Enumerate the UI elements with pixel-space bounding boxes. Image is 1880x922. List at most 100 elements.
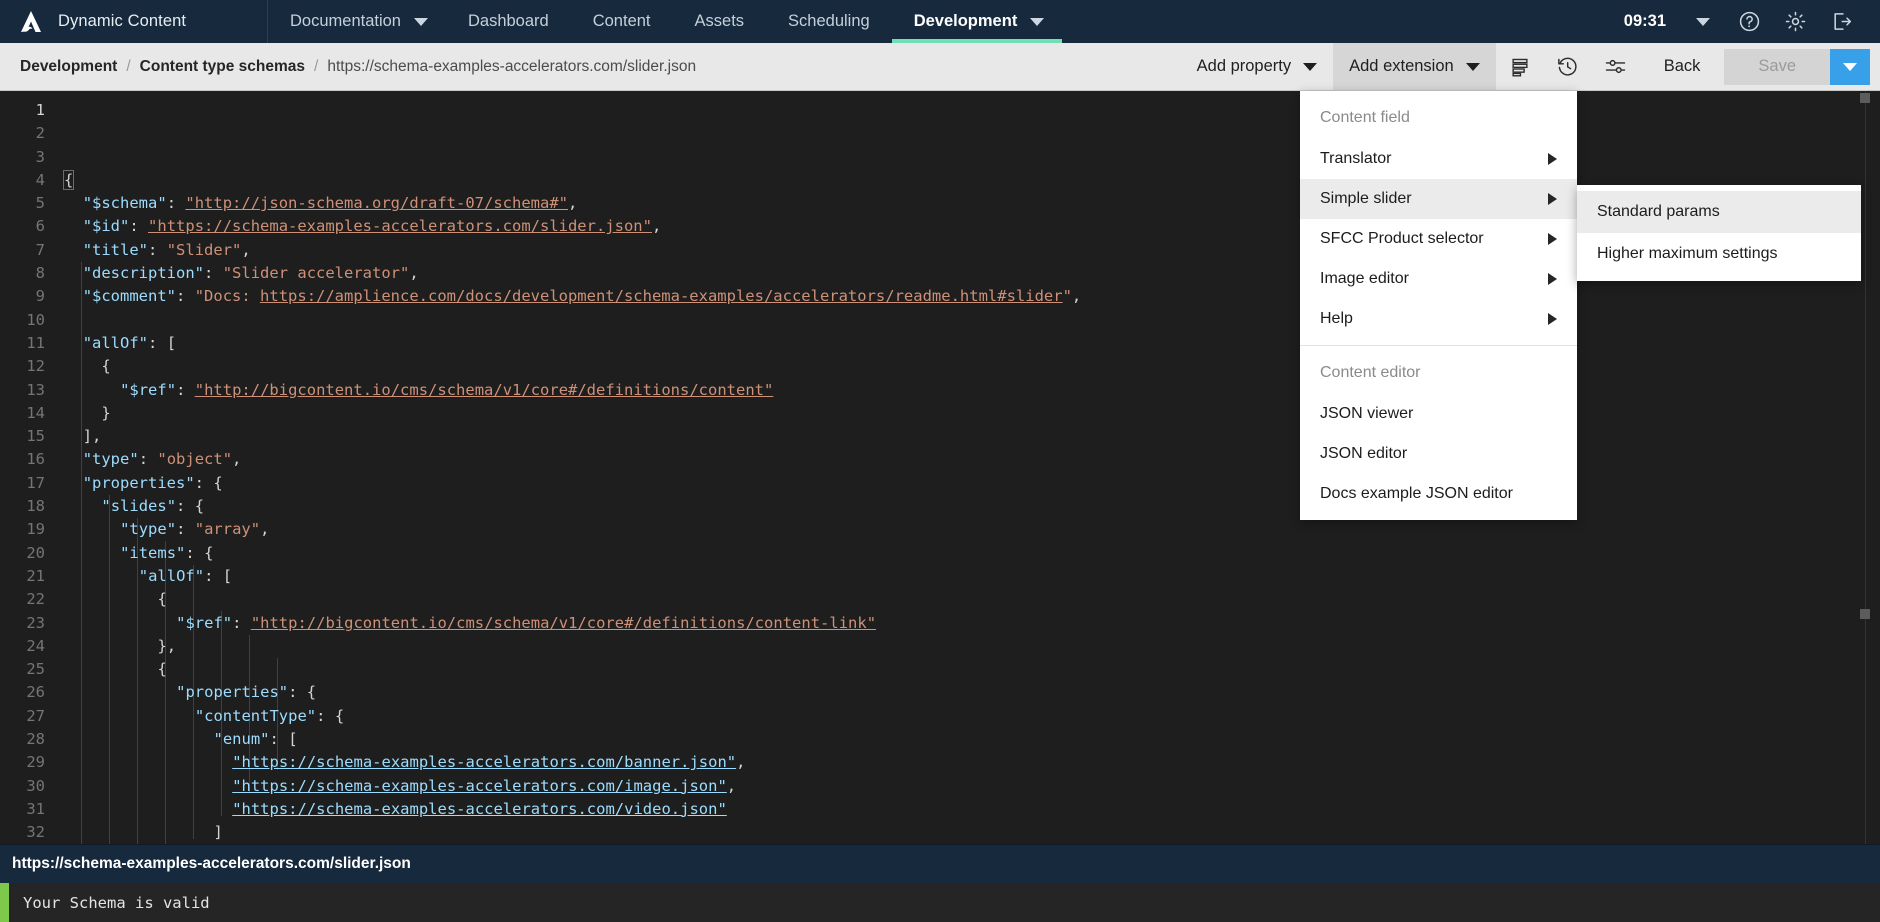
toolbar-actions: Add property Add extension Back Save [1181, 43, 1880, 90]
nav-tab-scheduling[interactable]: Scheduling [766, 0, 892, 43]
editor-code-line: "items": { [120, 543, 214, 562]
nav-tab-label: Development [913, 12, 1018, 30]
editor-line-number: 18 [26, 497, 45, 516]
editor-line-number: 24 [26, 636, 45, 655]
editor-line-number: 5 [35, 194, 45, 213]
menu-item-label: Simple slider [1320, 190, 1412, 207]
editor-code-line: "enum": [ [213, 730, 298, 749]
editor-line-number: 15 [26, 427, 45, 446]
editor-line-number: 23 [26, 613, 45, 632]
menu-item-json-editor[interactable]: JSON editor [1300, 434, 1577, 474]
nav-tab-label: Scheduling [788, 12, 870, 30]
schema-url-text: https://schema-examples-accelerators.com… [12, 855, 411, 872]
editor-line-number: 20 [26, 543, 45, 562]
add-property-label: Add property [1196, 57, 1292, 75]
nav-tab-label: Documentation [290, 12, 401, 30]
nav-tab-development[interactable]: Development [891, 0, 1063, 43]
nav-tab-label: Assets [694, 12, 745, 30]
gear-icon[interactable] [1772, 0, 1818, 43]
editor-line-number: 11 [26, 333, 45, 352]
breadcrumb-item-content-type-schemas[interactable]: Content type schemas [140, 58, 305, 76]
validation-accent [0, 883, 9, 922]
menu-item-label: JSON editor [1320, 445, 1408, 462]
nav-tabs: Documentation Dashboard Content Assets S… [268, 0, 1062, 43]
menu-item-sfcc-product-selector[interactable]: SFCC Product selector [1300, 219, 1577, 259]
editor-line-number: 17 [26, 473, 45, 492]
submenu-item-standard-params[interactable]: Standard params [1577, 191, 1861, 233]
editor-code-line: { [157, 660, 167, 679]
editor-line-number: 25 [26, 660, 45, 679]
nav-tab-content[interactable]: Content [571, 0, 673, 43]
editor-code-line [58, 309, 1880, 332]
editor-line-number: 4 [35, 170, 45, 189]
menu-item-simple-slider[interactable]: Simple slider [1300, 179, 1577, 219]
chevron-down-icon [1465, 62, 1480, 71]
breadcrumb: Development / Content type schemas / htt… [0, 58, 696, 76]
menu-item-json-viewer[interactable]: JSON viewer [1300, 394, 1577, 434]
menu-group-header-content-field: Content field [1320, 109, 1410, 126]
breadcrumb-item-current-schema: https://schema-examples-accelerators.com… [327, 57, 697, 75]
editor-line-number: 2 [35, 124, 45, 143]
editor-code-line: ], [82, 427, 102, 446]
back-label: Back [1663, 57, 1701, 75]
list-view-icon[interactable] [1496, 43, 1544, 90]
editor-code-line: { [157, 590, 167, 609]
editor-vertical-scrollbar[interactable] [1865, 91, 1866, 844]
nav-tab-documentation[interactable]: Documentation [268, 0, 446, 43]
breadcrumb-item-development[interactable]: Development [20, 58, 117, 76]
editor-line-number: 27 [26, 706, 45, 725]
editor-code-line: "type": "array", [120, 520, 270, 539]
editor-code-line: "$comment": "Docs: https://amplience.com… [82, 287, 1082, 306]
add-property-button[interactable]: Add property [1181, 43, 1333, 90]
editor-code-line: "contentType": { [194, 706, 345, 725]
breadcrumb-toolbar: Development / Content type schemas / htt… [0, 43, 1880, 91]
editor-line-number: 8 [35, 264, 45, 283]
add-extension-button[interactable]: Add extension [1333, 43, 1496, 90]
nav-tab-assets[interactable]: Assets [673, 0, 767, 43]
editor-code-line: "$ref": "http://bigcontent.io/cms/schema… [120, 380, 774, 399]
chevron-right-icon [1548, 273, 1557, 285]
editor-line-number: 28 [26, 730, 45, 749]
chevron-down-icon [1030, 17, 1045, 26]
editor-line-number: 31 [26, 799, 45, 818]
menu-item-docs-example-json-editor[interactable]: Docs example JSON editor [1300, 474, 1577, 514]
editor-line-number: 19 [26, 520, 45, 539]
menu-divider [1300, 345, 1577, 346]
settings-sliders-icon[interactable] [1592, 43, 1640, 90]
brand-area: Dynamic Content [0, 0, 268, 43]
editor-code-line: }, [157, 636, 177, 655]
add-extension-label: Add extension [1349, 57, 1454, 75]
schema-url-statusbar: https://schema-examples-accelerators.com… [0, 844, 1880, 883]
back-button[interactable]: Back [1640, 43, 1725, 90]
menu-item-help[interactable]: Help [1300, 299, 1577, 339]
editor-line-number: 13 [26, 380, 45, 399]
editor-code-line: "https://schema-examples-accelerators.co… [232, 753, 746, 772]
logout-icon[interactable] [1818, 0, 1864, 43]
editor-code-line: { [101, 357, 111, 376]
simple-slider-submenu[interactable]: Standard params Higher maximum settings [1577, 185, 1861, 281]
nav-tab-dashboard[interactable]: Dashboard [446, 0, 571, 43]
help-icon[interactable] [1726, 0, 1772, 43]
editor-line-number: 1 [35, 101, 45, 119]
editor-line-number: 7 [35, 240, 45, 259]
chevron-right-icon [1548, 193, 1557, 205]
history-clock-icon[interactable] [1544, 43, 1592, 90]
menu-item-label: Help [1320, 310, 1353, 327]
add-extension-dropdown-menu[interactable]: Content field Translator Simple slider S… [1300, 91, 1577, 520]
menu-item-image-editor[interactable]: Image editor [1300, 259, 1577, 299]
clock: 09:31 [1623, 12, 1666, 30]
editor-code-line: "https://schema-examples-accelerators.co… [232, 799, 727, 818]
save-button[interactable]: Save [1724, 48, 1830, 85]
editor-code-line: "allOf": [ [138, 566, 233, 585]
timezone-chevron-down-icon[interactable] [1680, 0, 1726, 43]
save-dropdown-button[interactable] [1830, 48, 1870, 85]
editor-code-line: } [101, 403, 111, 422]
editor-line-number: 10 [26, 310, 45, 329]
chevron-down-icon [413, 17, 428, 26]
editor-code-line: ] [213, 823, 223, 842]
nav-tab-label: Dashboard [467, 12, 549, 30]
submenu-item-higher-maximum-settings[interactable]: Higher maximum settings [1577, 233, 1861, 275]
editor-line-number: 6 [35, 217, 45, 236]
menu-item-label: Image editor [1320, 270, 1409, 287]
menu-item-translator[interactable]: Translator [1300, 139, 1577, 179]
